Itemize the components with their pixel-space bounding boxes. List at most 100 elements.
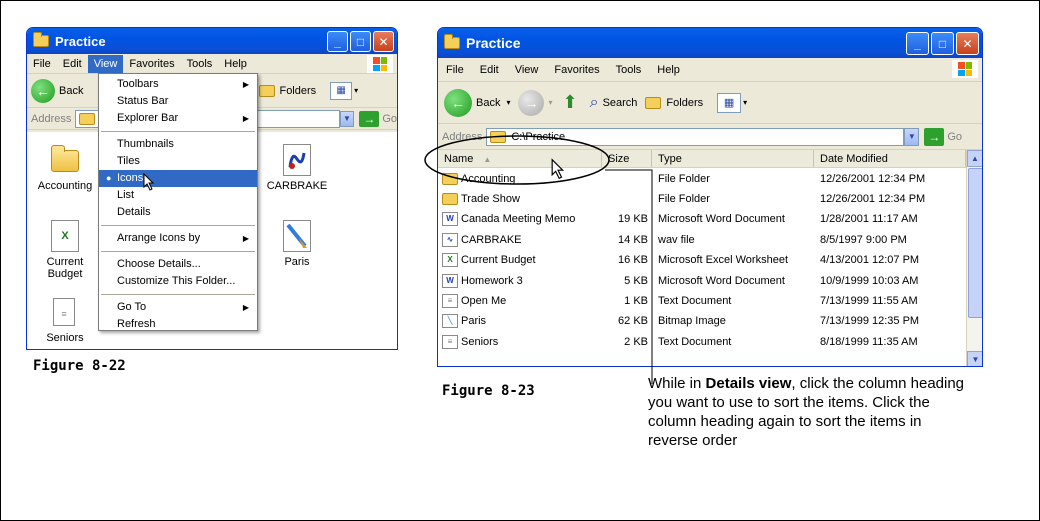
title-bar[interactable]: Practice _ □ ✕ [27, 28, 397, 54]
column-header-type[interactable]: Type [652, 150, 814, 167]
go-button[interactable]: Go [382, 113, 397, 125]
scroll-thumb[interactable] [968, 168, 982, 318]
views-dropdown-icon[interactable]: ▾ [354, 86, 358, 95]
close-button[interactable]: ✕ [373, 31, 394, 52]
menu-item-refresh[interactable]: Refresh [99, 316, 257, 333]
scroll-up-icon[interactable]: ▲ [967, 150, 982, 167]
menu-item-tiles[interactable]: Tiles [99, 153, 257, 170]
toolbar: ← Back ▾ → ▾ ⬆ ⌕ Search Folders ▦ ▾ [438, 82, 982, 124]
column-header-date-modified[interactable]: Date Modified [814, 150, 966, 167]
minimize-button[interactable]: _ [906, 32, 929, 55]
highlight-ellipse [424, 135, 610, 185]
cell-name: Current Budget [461, 254, 536, 267]
menu-edit[interactable]: Edit [57, 58, 88, 70]
menu-view[interactable]: View [507, 64, 547, 76]
menu-item-arrange-icons-by[interactable]: Arrange Icons by ▶ [99, 230, 257, 247]
window-title: Practice [466, 35, 521, 51]
back-button[interactable]: Back [476, 97, 500, 109]
menu-edit[interactable]: Edit [472, 64, 507, 76]
explorer-window-details-view: Practice _ □ ✕ File Edit View Favorites … [437, 27, 983, 367]
table-row[interactable]: Trade Show File Folder 12/26/2001 12:34 PM [438, 190, 966, 207]
folders-icon[interactable] [259, 84, 276, 97]
menu-item-list[interactable]: List [99, 187, 257, 204]
table-row[interactable]: X Current Budget 16 KB Microsoft Excel Work… [438, 252, 966, 269]
go-arrow-icon[interactable]: → [924, 127, 945, 146]
menu-item-thumbnails[interactable]: Thumbnails [99, 136, 257, 153]
cell-type: Microsoft Word Document [658, 274, 785, 287]
menu-item-details[interactable]: Details [99, 204, 257, 221]
folders-icon[interactable] [645, 96, 662, 109]
menu-item-explorer-bar[interactable]: Explorer Bar ▶ [99, 110, 257, 127]
minimize-button[interactable]: _ [327, 31, 348, 52]
cell-date: 7/13/1999 11:55 AM [820, 294, 918, 307]
bitmap-file-icon[interactable] [283, 220, 311, 252]
vertical-scrollbar[interactable]: ▲ ▼ [966, 150, 982, 366]
cell-name: CARBRAKE [461, 233, 522, 246]
folders-button[interactable]: Folders [279, 85, 316, 97]
submenu-arrow-icon: ▶ [242, 80, 249, 89]
cell-type: Text Document [658, 294, 732, 307]
table-row[interactable]: W Homework 35 KB Microsoft Word Document 10… [438, 272, 966, 289]
menu-help[interactable]: Help [218, 58, 253, 70]
back-arrow-icon[interactable]: ← [31, 78, 55, 103]
menu-view[interactable]: View [87, 54, 124, 73]
folder-icon [33, 32, 49, 47]
scroll-down-icon[interactable]: ▼ [967, 351, 982, 366]
menu-item-toolbars[interactable]: Toolbars ▶ [99, 76, 257, 93]
address-dropdown-icon[interactable]: ▼ [339, 110, 355, 127]
close-button[interactable]: ✕ [956, 32, 979, 55]
menu-separator [101, 131, 255, 132]
folders-button[interactable]: Folders [666, 97, 703, 109]
cell-name: Homework 3 [461, 274, 523, 287]
table-row[interactable]: ≡ Open Me 1 KB Text Document 7/13/1999 11:55… [438, 292, 966, 309]
search-icon[interactable]: ⌕ [590, 94, 599, 112]
maximize-button[interactable]: □ [931, 32, 954, 55]
menu-file[interactable]: File [438, 64, 472, 76]
menu-item-status-bar[interactable]: Status Bar [99, 93, 257, 110]
menu-tools[interactable]: Tools [181, 58, 219, 70]
cell-date: 1/28/2001 11:17 AM [820, 213, 918, 226]
icon-label-paris[interactable]: Paris [259, 256, 335, 268]
cell-date: 12/26/2001 12:34 PM [820, 172, 926, 185]
text-file-icon[interactable]: ≡ [53, 298, 75, 326]
back-button[interactable]: Back [59, 85, 83, 97]
wav-file-icon[interactable] [283, 144, 311, 176]
menu-favorites[interactable]: Favorites [546, 64, 607, 76]
table-row[interactable]: W Canada Meeting Memo 19 KB Microsoft Word … [438, 211, 966, 228]
views-icon[interactable]: ▦ [717, 92, 742, 113]
go-button[interactable]: Go [947, 131, 962, 143]
menu-item-choose-details[interactable]: Choose Details... [99, 256, 257, 273]
menu-item-customize-folder[interactable]: Customize This Folder... [99, 273, 257, 290]
menu-item-icons[interactable]: ● Icons [99, 170, 257, 191]
forward-arrow-icon[interactable]: → [518, 89, 545, 116]
table-row[interactable]: ∿ CARBRAKE 14 KB wav file 8/5/1997 9:00 PM [438, 231, 966, 248]
cell-type: Microsoft Excel Worksheet [658, 254, 789, 267]
title-bar[interactable]: Practice _ □ ✕ [438, 28, 982, 58]
menu-separator [101, 294, 255, 295]
menu-favorites[interactable]: Favorites [123, 58, 180, 70]
cell-type: File Folder [658, 172, 710, 185]
menu-help[interactable]: Help [649, 64, 688, 76]
forward-dropdown-icon[interactable]: ▾ [548, 98, 552, 107]
go-arrow-icon[interactable]: → [359, 110, 380, 127]
address-dropdown-icon[interactable]: ▼ [904, 127, 920, 146]
maximize-button[interactable]: □ [350, 31, 371, 52]
menu-item-go-to[interactable]: Go To ▶ [99, 299, 257, 316]
icon-label-accounting[interactable]: Accounting [31, 180, 99, 192]
folder-icon[interactable] [51, 145, 79, 172]
search-button[interactable]: Search [603, 97, 638, 109]
views-dropdown-icon[interactable]: ▾ [743, 98, 747, 107]
back-dropdown-icon[interactable]: ▾ [506, 98, 510, 107]
excel-file-icon[interactable]: X [51, 220, 79, 252]
menu-tools[interactable]: Tools [608, 64, 650, 76]
table-row[interactable]: ≡ Seniors 2 KB Text Document 8/18/1999 11:35… [438, 333, 966, 350]
back-arrow-icon[interactable]: ← [444, 88, 472, 117]
icon-label-current-budget[interactable]: Current Budget [31, 256, 99, 280]
cell-name: Canada Meeting Memo [461, 213, 576, 226]
menu-file[interactable]: File [27, 58, 57, 70]
icon-label-carbrake[interactable]: CARBRAKE [259, 180, 335, 192]
views-icon[interactable]: ▦ [330, 81, 353, 100]
table-row[interactable]: ╲ Paris 62 KB Bitmap Image 7/13/1999 12:35 P… [438, 313, 966, 330]
icon-label-seniors[interactable]: Seniors [31, 332, 99, 344]
up-folder-icon[interactable]: ⬆ [563, 92, 578, 113]
